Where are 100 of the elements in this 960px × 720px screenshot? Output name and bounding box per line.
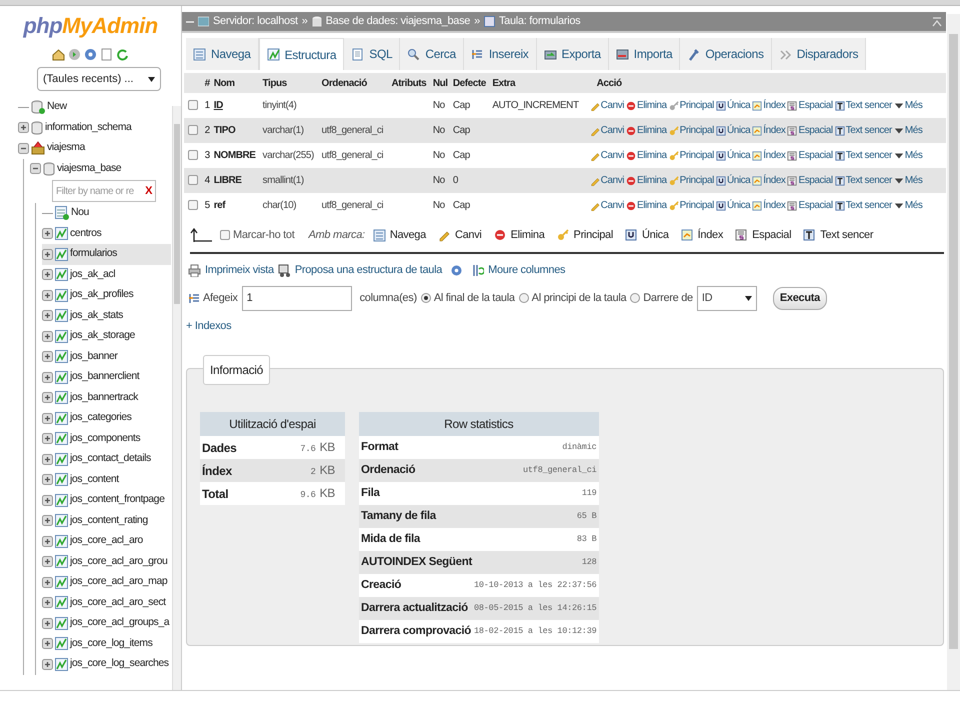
action-link[interactable]: Única bbox=[716, 198, 750, 213]
table-item[interactable]: jos_ak_profiles bbox=[42, 285, 171, 306]
action-link[interactable]: Espacial bbox=[787, 148, 833, 163]
table-item[interactable]: jos_core_log_items bbox=[42, 634, 171, 654]
row-checkbox[interactable] bbox=[188, 100, 198, 110]
action-link[interactable]: Més bbox=[894, 98, 922, 113]
tree-item[interactable]: information_schema bbox=[18, 118, 171, 138]
action-link[interactable]: Elimina bbox=[626, 123, 667, 138]
execute-button[interactable]: Executa bbox=[772, 286, 827, 310]
breadcrumb-link[interactable]: Servidor: localhost bbox=[213, 13, 298, 30]
action-link[interactable]: Elimina bbox=[626, 173, 667, 188]
recent-tables-dropdown[interactable]: (Taules recents) ... bbox=[37, 67, 161, 91]
filter-field[interactable]: Filter by name or re X bbox=[52, 180, 156, 202]
action-link[interactable]: Única bbox=[716, 148, 750, 163]
table-item[interactable]: jos_categories bbox=[42, 408, 171, 428]
indexes-link[interactable]: + Indexos bbox=[186, 318, 232, 334]
column-header[interactable]: # bbox=[202, 73, 212, 93]
action-link[interactable]: Única bbox=[716, 173, 750, 188]
tab[interactable]: Insereix bbox=[464, 38, 537, 70]
sidebar-scrollbar[interactable] bbox=[172, 106, 181, 690]
tree-item[interactable]: viajesma_base bbox=[30, 158, 171, 179]
table-item[interactable]: formularios bbox=[42, 244, 171, 264]
scrollbar-thumb[interactable] bbox=[949, 34, 958, 649]
table-item[interactable]: jos_ak_stats bbox=[42, 306, 171, 326]
action-link[interactable]: Principal bbox=[668, 123, 714, 138]
tab[interactable]: SQL bbox=[344, 38, 400, 70]
column-count-field[interactable]: 1 bbox=[242, 286, 352, 310]
bulk-action-button[interactable]: Canvi bbox=[438, 226, 482, 244]
action-link[interactable]: Canvi bbox=[590, 123, 624, 138]
action-link[interactable]: Text sencer bbox=[834, 173, 892, 188]
action-link[interactable]: Índex bbox=[752, 98, 786, 113]
bulk-action-button[interactable]: Elimina bbox=[494, 226, 545, 244]
link[interactable]: Proposa una estructura de taula bbox=[294, 262, 442, 278]
table-item[interactable]: jos_bannertrack bbox=[42, 388, 171, 408]
action-link[interactable]: Canvi bbox=[590, 173, 624, 188]
scrollbar-thumb[interactable] bbox=[174, 124, 180, 304]
action-link[interactable]: Text sencer bbox=[834, 198, 892, 213]
table-item[interactable]: jos_ak_acl bbox=[42, 264, 171, 285]
action-link[interactable]: Espacial bbox=[787, 173, 833, 188]
action-link[interactable]: Índex bbox=[752, 173, 786, 188]
breadcrumb-link[interactable]: Base de dades: viajesma_base bbox=[326, 13, 470, 30]
table-item[interactable]: jos_core_acl_aro_grou bbox=[42, 552, 171, 572]
tab[interactable]: Cerca bbox=[400, 38, 464, 70]
check-all-checkbox[interactable]: Marcar-ho tot bbox=[220, 226, 295, 244]
action-link[interactable]: Espacial bbox=[787, 198, 833, 213]
action-link[interactable]: Text sencer bbox=[834, 98, 892, 113]
row-checkbox[interactable] bbox=[188, 150, 198, 160]
table-item[interactable]: jos_content_frontpage bbox=[42, 490, 171, 510]
action-link[interactable]: Principal bbox=[668, 98, 714, 113]
table-item[interactable]: jos_core_acl_groups_a bbox=[42, 613, 171, 634]
table-item[interactable]: jos_ak_storage bbox=[42, 326, 171, 346]
bulk-action-button[interactable]: Principal bbox=[556, 226, 614, 244]
table-item[interactable]: jos_banner bbox=[42, 346, 171, 367]
column-header[interactable]: Ordenació bbox=[320, 73, 390, 93]
table-item[interactable]: jos_content bbox=[42, 470, 171, 490]
action-link[interactable]: Més bbox=[894, 123, 922, 138]
action-link[interactable]: Text sencer bbox=[834, 148, 892, 163]
tab[interactable]: Disparadors bbox=[772, 38, 866, 70]
table-item[interactable]: jos_core_acl_aro bbox=[42, 531, 171, 552]
table-item[interactable]: jos_contact_details bbox=[42, 449, 171, 470]
tab[interactable]: Navega bbox=[186, 38, 259, 70]
action-link[interactable]: Elimina bbox=[626, 148, 667, 163]
tab[interactable]: Estructura bbox=[258, 38, 344, 70]
column-header[interactable]: Tipus bbox=[260, 73, 320, 93]
action-link[interactable]: Única bbox=[716, 98, 750, 113]
position-radio[interactable]: Al final de la taula bbox=[420, 290, 515, 306]
action-link[interactable]: Espacial bbox=[787, 98, 833, 113]
tree-item[interactable]: New bbox=[18, 97, 171, 118]
row-checkbox[interactable] bbox=[188, 125, 198, 136]
action-link[interactable]: Canvi bbox=[590, 148, 624, 163]
breadcrumb-link[interactable]: Taula: formularios bbox=[498, 13, 580, 30]
table-item[interactable]: jos_core_log_searches bbox=[42, 654, 171, 674]
table-item[interactable]: jos_components bbox=[42, 428, 171, 449]
tab[interactable]: Importa bbox=[608, 38, 680, 70]
bulk-action-button[interactable]: Espacial bbox=[735, 226, 792, 244]
action-link[interactable]: Única bbox=[716, 123, 750, 138]
action-link[interactable]: Índex bbox=[752, 148, 786, 163]
action-link[interactable]: Text sencer bbox=[834, 123, 892, 138]
tree-item[interactable]: Nou bbox=[42, 203, 171, 224]
position-radio[interactable]: Darrere de bbox=[630, 290, 693, 306]
main-scrollbar[interactable] bbox=[947, 14, 960, 690]
column-header[interactable]: Acció bbox=[586, 73, 946, 93]
link[interactable]: Moure columnes bbox=[488, 262, 566, 278]
clear-filter-button[interactable]: X bbox=[145, 182, 152, 200]
action-link[interactable]: Canvi bbox=[590, 98, 624, 113]
position-radio[interactable]: Al principi de la taula bbox=[518, 290, 626, 306]
link[interactable]: Imprimeix vista bbox=[205, 262, 274, 278]
action-link[interactable]: Més bbox=[894, 198, 922, 213]
tree-item[interactable]: viajesma bbox=[18, 138, 171, 158]
row-checkbox[interactable] bbox=[188, 175, 198, 186]
action-link[interactable]: Més bbox=[894, 148, 922, 163]
action-link[interactable]: Principal bbox=[668, 148, 714, 163]
action-link[interactable]: Índex bbox=[752, 198, 786, 213]
column-header[interactable]: Nom bbox=[212, 73, 261, 93]
column-dropdown[interactable]: ID bbox=[696, 286, 757, 310]
action-link[interactable]: Espacial bbox=[787, 123, 833, 138]
action-link[interactable]: Elimina bbox=[626, 198, 667, 213]
column-header[interactable]: Extra bbox=[490, 73, 587, 93]
tab[interactable]: Operacions bbox=[680, 38, 772, 70]
table-item[interactable]: jos_core_acl_aro_map bbox=[42, 572, 171, 592]
